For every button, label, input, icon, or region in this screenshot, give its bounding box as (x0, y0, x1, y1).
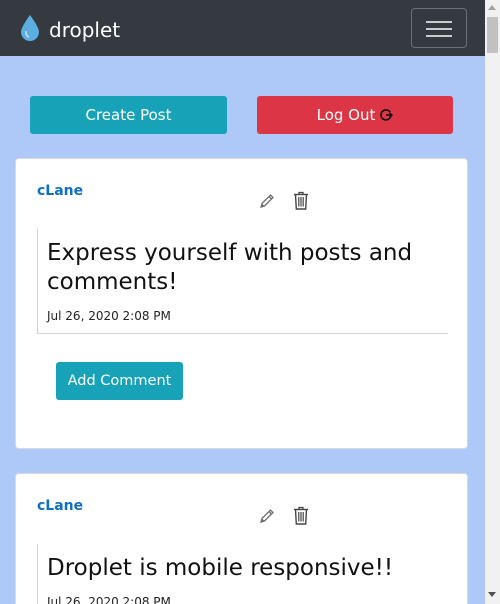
scroll-up-arrow-icon[interactable] (488, 5, 496, 10)
add-comment-label: Add Comment (67, 373, 172, 389)
brand-link[interactable]: droplet (20, 14, 120, 46)
log-out-label: Log Out (316, 106, 376, 124)
post-date: Jul 26, 2020 2:08 PM (47, 595, 171, 604)
post-date: Jul 26, 2020 2:08 PM (47, 309, 171, 323)
droplet-icon (20, 14, 40, 46)
menu-toggle-button[interactable] (411, 8, 467, 48)
logout-icon (379, 108, 394, 122)
create-post-label: Create Post (85, 106, 172, 124)
create-post-button[interactable]: Create Post (30, 96, 227, 134)
pencil-icon[interactable] (259, 508, 275, 528)
brand-name: droplet (49, 18, 121, 42)
post-content: Express yourself with posts and comments… (37, 229, 448, 334)
post-card: cLane Droplet is mobile responsive!! Jul… (15, 473, 468, 604)
navbar: droplet (0, 0, 485, 56)
scroll-down-arrow-icon[interactable] (488, 592, 496, 597)
hamburger-icon (426, 21, 452, 23)
post-title: Express yourself with posts and comments… (47, 240, 413, 295)
scroll-thumb[interactable] (487, 17, 498, 53)
trash-icon[interactable] (293, 191, 309, 214)
post-card: cLane Express yourself with posts and co… (15, 158, 468, 449)
post-title: Droplet is mobile responsive!! (47, 555, 394, 581)
post-author-link[interactable]: cLane (37, 183, 83, 199)
add-comment-button[interactable]: Add Comment (56, 362, 183, 400)
scrollbar[interactable] (485, 0, 500, 604)
log-out-button[interactable]: Log Out (257, 96, 453, 134)
trash-icon[interactable] (293, 506, 309, 529)
post-author-link[interactable]: cLane (37, 498, 83, 514)
pencil-icon[interactable] (259, 193, 275, 213)
post-content: Droplet is mobile responsive!! Jul 26, 2… (37, 544, 448, 604)
